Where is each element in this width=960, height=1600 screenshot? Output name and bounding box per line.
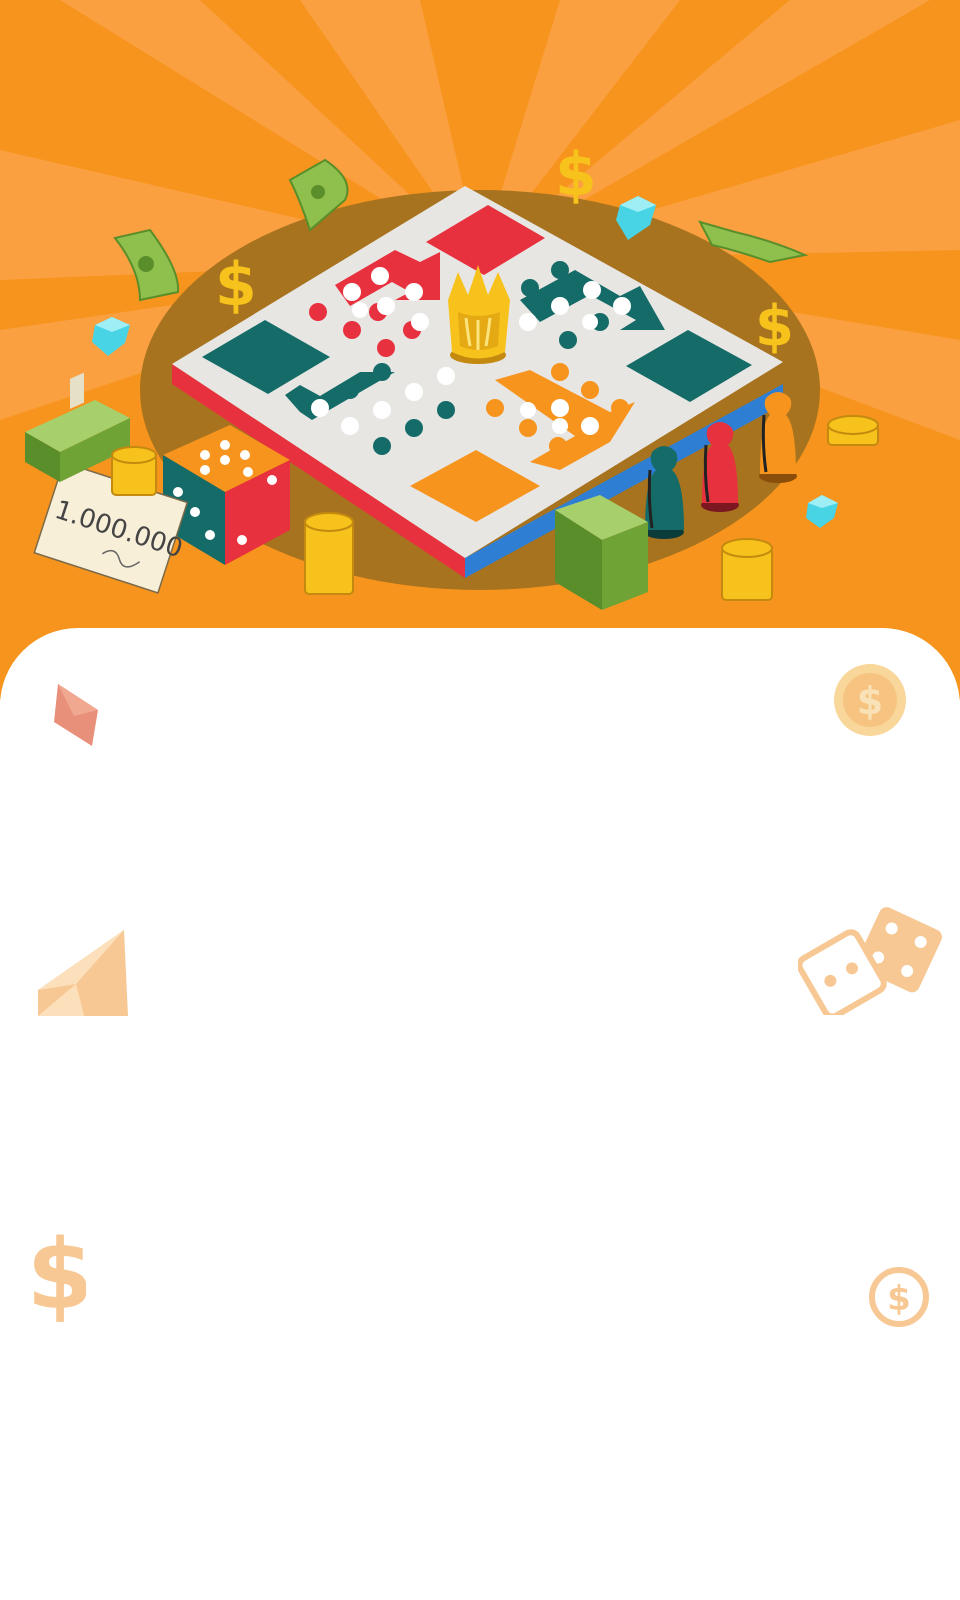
dice-pair-icon	[798, 903, 948, 1015]
coin-icon: $	[832, 662, 908, 738]
svg-text:$: $	[34, 1226, 86, 1322]
diamond-icon	[36, 926, 130, 1020]
dollar-icon: $	[555, 140, 597, 210]
coin-stack-icon	[721, 538, 773, 601]
coin-stack-icon	[111, 446, 157, 496]
crown-icon	[448, 265, 510, 364]
dollar-icon: $	[34, 1226, 86, 1322]
svg-text:$: $	[887, 1279, 911, 1319]
coin-icon: $	[868, 1266, 930, 1328]
content-panel	[0, 628, 960, 1600]
gem-icon	[52, 682, 102, 748]
hero-illustration: 1.000.000 $ $ $	[0, 0, 960, 700]
coin-stack-icon	[827, 415, 879, 446]
dollar-icon: $	[215, 250, 257, 320]
svg-text:$: $	[857, 679, 883, 723]
ludo-scene: 1.000.000 $ $ $	[0, 0, 960, 700]
dollar-icon: $	[755, 294, 794, 359]
coin-stack-icon	[304, 512, 354, 595]
